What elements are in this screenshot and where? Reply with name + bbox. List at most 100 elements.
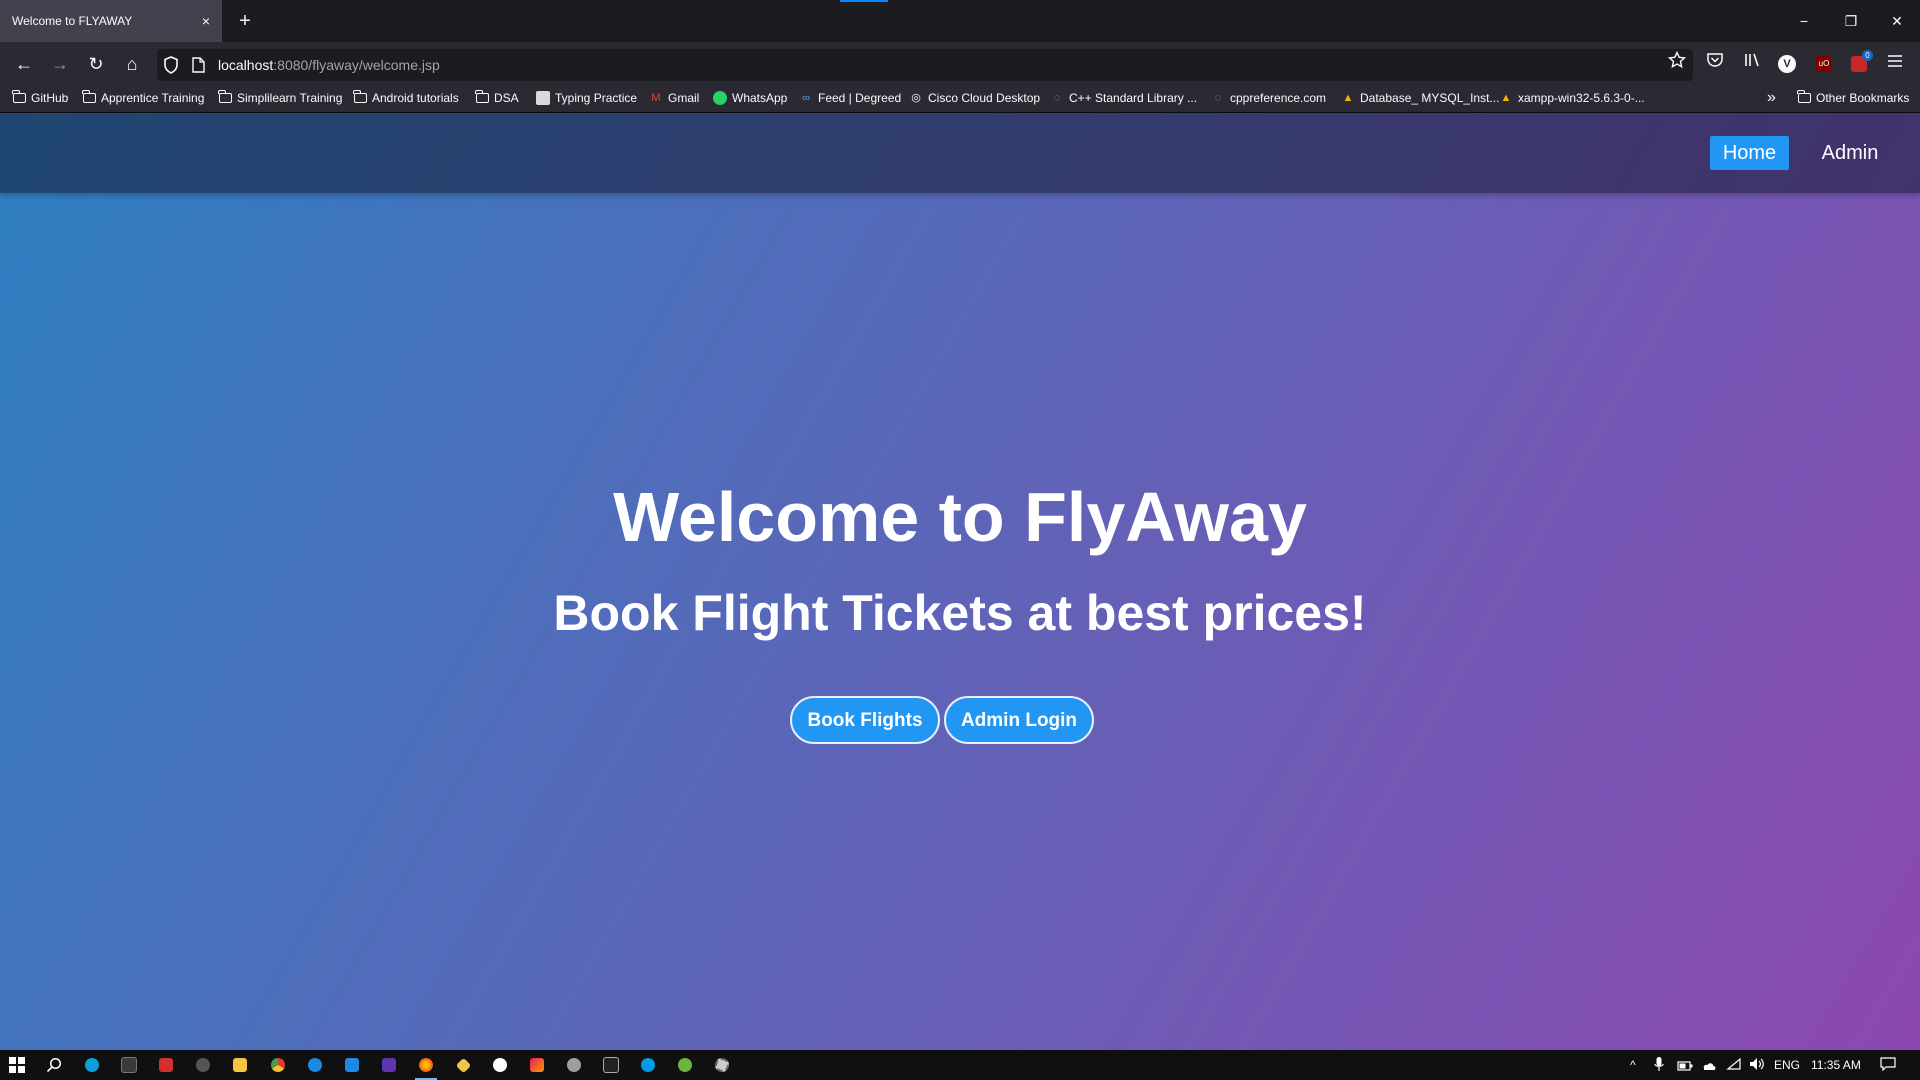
bookmark-label: Feed | Degreed bbox=[818, 91, 902, 105]
minimize-button[interactable]: − bbox=[1788, 10, 1820, 32]
home-button[interactable]: ⌂ bbox=[118, 50, 146, 78]
star-icon[interactable] bbox=[1664, 50, 1690, 77]
cisco-icon: ◎ bbox=[911, 92, 921, 104]
spring-icon[interactable] bbox=[670, 1053, 700, 1077]
onedrive-icon[interactable] bbox=[1701, 1058, 1717, 1078]
library-icon[interactable] bbox=[1739, 51, 1765, 77]
terminal-icon[interactable] bbox=[596, 1053, 626, 1077]
forward-button[interactable]: → bbox=[46, 50, 74, 78]
bookmark-item[interactable]: ▲ xampp-win32-5.6.3-0-... bbox=[1499, 88, 1645, 108]
bookmark-item[interactable]: WhatsApp bbox=[713, 88, 787, 108]
wifi-icon[interactable] bbox=[1726, 1057, 1742, 1077]
drive-icon: ▲ bbox=[1500, 92, 1512, 104]
hero-title: Welcome to FlyAway bbox=[613, 478, 1307, 556]
close-window-button[interactable]: ✕ bbox=[1881, 10, 1913, 32]
bookmark-label: Typing Practice bbox=[555, 91, 638, 105]
folder-icon bbox=[475, 90, 489, 105]
active-tab[interactable]: Welcome to FLYAWAY × bbox=[0, 0, 222, 42]
app-icon-4[interactable] bbox=[485, 1053, 515, 1077]
new-tab-button[interactable]: + bbox=[232, 9, 258, 33]
restore-button[interactable]: ❐ bbox=[1835, 10, 1867, 32]
settings-icon[interactable] bbox=[707, 1053, 737, 1077]
tray-chevron-icon[interactable]: ^ bbox=[1630, 1055, 1636, 1075]
back-button[interactable]: ← bbox=[10, 50, 38, 78]
file-explorer-icon[interactable] bbox=[225, 1053, 255, 1077]
hero-subtitle: Book Flight Tickets at best prices! bbox=[553, 585, 1367, 641]
folder-icon bbox=[12, 90, 26, 105]
typing-icon bbox=[536, 91, 550, 105]
start-icon[interactable] bbox=[2, 1053, 32, 1077]
bookmark-item[interactable]: Apprentice Training bbox=[82, 88, 204, 108]
whatsapp-icon bbox=[713, 91, 727, 105]
bookmark-item[interactable]: ◎ Cisco Cloud Desktop bbox=[909, 88, 1040, 108]
bookmark-label: Gmail bbox=[668, 91, 700, 105]
bookmark-label: xampp-win32-5.6.3-0-... bbox=[1518, 91, 1645, 105]
vscode-icon[interactable] bbox=[337, 1053, 367, 1077]
webex-meetings-icon[interactable] bbox=[633, 1053, 663, 1077]
microphone-icon[interactable] bbox=[1654, 1056, 1664, 1076]
shield-icon[interactable] bbox=[163, 56, 179, 74]
bookmark-label: DSA bbox=[494, 91, 519, 105]
bookmark-label: GitHub bbox=[31, 91, 69, 105]
bookmark-item[interactable]: DSA bbox=[475, 88, 519, 108]
page-info-icon[interactable] bbox=[192, 57, 205, 73]
reload-button[interactable]: ↻ bbox=[82, 50, 110, 78]
folder-icon bbox=[1797, 90, 1811, 105]
bookmark-item[interactable]: ∞ Feed | Degreed bbox=[799, 88, 901, 108]
bookmark-item[interactable]: ◌ cppreference.com bbox=[1211, 88, 1326, 108]
notifications-icon[interactable] bbox=[1880, 1057, 1896, 1077]
battery-icon[interactable] bbox=[1677, 1058, 1693, 1078]
app-icon-2[interactable] bbox=[188, 1053, 218, 1077]
volume-icon[interactable] bbox=[1749, 1057, 1765, 1077]
chrome-icon[interactable] bbox=[263, 1053, 293, 1077]
firefox-icon[interactable] bbox=[411, 1053, 441, 1080]
bookmark-label: cppreference.com bbox=[1230, 91, 1327, 105]
nav-home-link[interactable]: Home bbox=[1710, 136, 1789, 170]
bookmarks-overflow-icon[interactable]: » bbox=[1767, 88, 1783, 108]
folder-icon bbox=[353, 90, 367, 105]
tab-title: Welcome to FLYAWAY bbox=[12, 14, 133, 28]
webex-icon[interactable] bbox=[300, 1053, 330, 1077]
nav-admin-link[interactable]: Admin bbox=[1810, 136, 1890, 170]
bookmark-item[interactable]: ◌ C++ Standard Library ... bbox=[1050, 88, 1197, 108]
other-bookmarks[interactable]: Other Bookmarks bbox=[1797, 88, 1909, 108]
cpp-icon: ◌ bbox=[1053, 92, 1061, 104]
bookmark-item[interactable]: Android tutorials bbox=[353, 88, 459, 108]
app-icon-1[interactable] bbox=[114, 1053, 144, 1077]
bookmark-item[interactable]: GitHub bbox=[12, 88, 68, 108]
app-icon-5[interactable] bbox=[559, 1053, 589, 1077]
git-icon[interactable] bbox=[448, 1053, 478, 1077]
cpp-icon: ◌ bbox=[1214, 92, 1222, 104]
search-icon[interactable] bbox=[39, 1053, 69, 1077]
bookmark-label: Database_ MYSQL_Inst... bbox=[1360, 91, 1500, 105]
bookmark-label: C++ Standard Library ... bbox=[1069, 91, 1198, 105]
book-flights-button[interactable]: Book Flights bbox=[790, 696, 940, 744]
url-host: localhost bbox=[218, 57, 274, 73]
tab-indicator bbox=[840, 0, 888, 2]
admin-login-button[interactable]: Admin Login bbox=[944, 696, 1094, 744]
acrobat-icon[interactable] bbox=[151, 1053, 181, 1077]
bookmark-item[interactable]: Simplilearn Training bbox=[218, 88, 342, 108]
site-navbar bbox=[0, 113, 1920, 193]
gmail-icon: M bbox=[651, 92, 661, 104]
bookmark-label: Apprentice Training bbox=[101, 91, 205, 105]
bookmark-item[interactable]: M Gmail bbox=[649, 88, 699, 108]
vpn-icon[interactable]: V bbox=[1774, 51, 1800, 77]
language-indicator[interactable]: ENG bbox=[1774, 1055, 1800, 1075]
drive-icon: ▲ bbox=[1342, 92, 1354, 104]
bookmark-label: Simplilearn Training bbox=[237, 91, 343, 105]
tab-strip bbox=[0, 0, 1920, 42]
bookmark-item[interactable]: ▲ Database_ MYSQL_Inst... bbox=[1341, 88, 1500, 108]
extension-icon[interactable]: 0 bbox=[1846, 50, 1873, 77]
bookmark-item[interactable]: Typing Practice bbox=[536, 88, 637, 108]
url-text[interactable]: localhost:8080/flyaway/welcome.jsp bbox=[218, 57, 440, 73]
tab-close-icon[interactable]: × bbox=[202, 13, 210, 29]
pocket-icon[interactable] bbox=[1702, 51, 1728, 77]
bookmark-label: Android tutorials bbox=[372, 91, 459, 105]
edge-icon[interactable] bbox=[77, 1053, 107, 1077]
intellij-icon[interactable] bbox=[522, 1053, 552, 1077]
app-icon-3[interactable] bbox=[374, 1053, 404, 1077]
clock[interactable]: 11:35 AM bbox=[1811, 1055, 1861, 1075]
ublock-icon[interactable]: uO bbox=[1811, 51, 1837, 77]
menu-icon[interactable] bbox=[1882, 51, 1908, 77]
